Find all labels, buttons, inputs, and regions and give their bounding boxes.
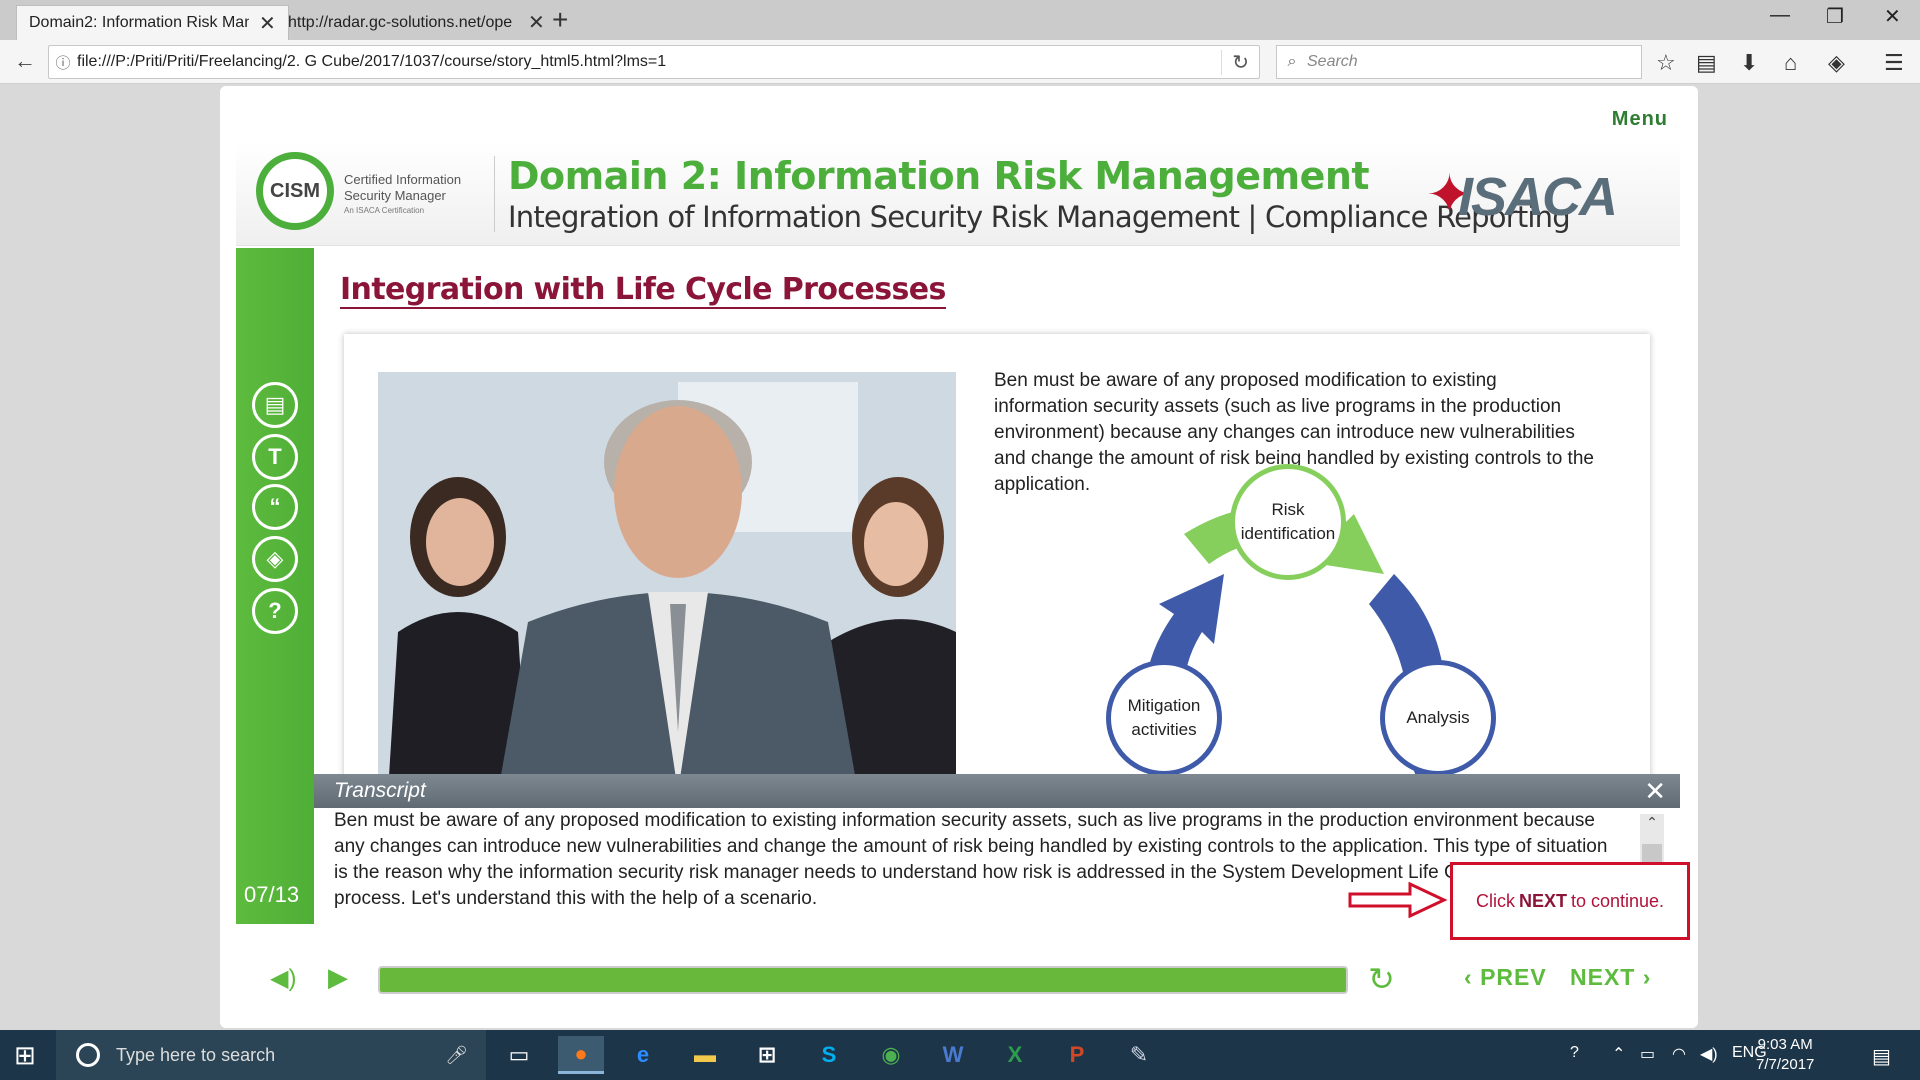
address-bar[interactable]: ⓘ file:///P:/Priti/Priti/Freelancing/2. …: [48, 45, 1260, 79]
cism-logo: CISM: [256, 152, 334, 230]
download-icon[interactable]: ⬇: [1740, 50, 1758, 76]
next-label: NEXT: [1570, 964, 1636, 990]
glossary-quote-icon[interactable]: “: [252, 484, 298, 530]
cortana-icon: [76, 1043, 100, 1067]
isaca-logo: ISACA: [1458, 167, 1618, 227]
home-icon[interactable]: ⌂: [1784, 50, 1797, 76]
page-counter: 07/13: [244, 882, 300, 907]
menu-button[interactable]: Menu: [1612, 108, 1668, 131]
browser-tab-active[interactable]: Domain2: Information Risk Mana ✕: [16, 5, 289, 40]
windows-taskbar: ⊞ Type here to search 🎤︎ ▭ ● e ▬ ⊞ S ◉ W…: [0, 1030, 1920, 1080]
business-team-photo: [378, 372, 956, 792]
cism-line-2: Security Manager: [344, 188, 446, 203]
side-rail: ▤ T “ ◈ ? 07/13: [236, 248, 314, 924]
hamburger-menu-icon[interactable]: ☰: [1884, 50, 1904, 76]
back-arrow-icon[interactable]: ←: [14, 48, 36, 74]
taskbar-clock[interactable]: 9:03 AM 7/7/2017: [1756, 1035, 1814, 1075]
word-icon[interactable]: W: [930, 1036, 976, 1074]
taskbar-search-placeholder: Type here to search: [116, 1044, 276, 1065]
minimize-icon[interactable]: —: [1770, 4, 1790, 27]
cism-sub: An ISACA Certification: [344, 206, 425, 215]
bookmark-star-icon[interactable]: ☆: [1656, 50, 1676, 76]
risk-cycle-diagram: Risk identification Analysis Mitigation …: [1064, 464, 1524, 824]
course-banner: CISM Certified Information Security Mana…: [236, 142, 1680, 246]
taskbar-search-input[interactable]: Type here to search 🎤︎: [56, 1030, 486, 1080]
page-info-icon[interactable]: ⓘ: [49, 52, 77, 73]
play-icon[interactable]: ▶: [328, 962, 348, 993]
hint-suffix: to continue.: [1570, 890, 1665, 911]
tab-title: Domain2: Information Risk Mana: [29, 14, 249, 31]
notifications-icon[interactable]: ▤: [1872, 1044, 1891, 1069]
course-player: Menu CISM Certified Information Security…: [220, 86, 1698, 1028]
battery-icon[interactable]: ▭: [1640, 1044, 1655, 1064]
banner-divider: [494, 156, 495, 232]
layers-icon[interactable]: ◈: [252, 536, 298, 582]
pocket-icon[interactable]: ◈: [1828, 50, 1845, 76]
resources-icon[interactable]: ▤: [252, 382, 298, 428]
reload-icon[interactable]: ↻: [1221, 50, 1249, 75]
hint-next-word: NEXT: [1518, 890, 1567, 911]
close-window-icon[interactable]: ✕: [1884, 4, 1901, 29]
tab-title: http://radar.gc-solutions.net/ope: [288, 13, 513, 31]
reading-list-icon[interactable]: ▤: [1696, 50, 1717, 76]
microphone-icon[interactable]: 🎤︎: [445, 1045, 468, 1066]
paint-icon[interactable]: ✎: [1116, 1036, 1162, 1074]
restore-icon[interactable]: ❐: [1826, 4, 1844, 29]
player-controls: ◀) ▶ ↻ ‹ PREV NEXT ›: [236, 948, 1680, 1008]
domain-title: Domain 2: Information Risk Management: [508, 154, 1370, 198]
help-icon[interactable]: ?: [252, 588, 298, 634]
firefox-icon[interactable]: ●: [558, 1036, 604, 1074]
domain-subtitle: Integration of Information Security Risk…: [508, 200, 1571, 234]
clock-date: 7/7/2017: [1756, 1056, 1815, 1073]
photo-illustration: [378, 372, 956, 792]
prev-label: PREV: [1480, 964, 1547, 990]
volume-icon[interactable]: ◀): [270, 964, 296, 993]
seek-bar-fill: [380, 968, 1346, 992]
store-icon[interactable]: ⊞: [744, 1036, 790, 1074]
excel-icon[interactable]: X: [992, 1036, 1038, 1074]
hint-prefix: Click: [1475, 890, 1515, 911]
file-explorer-icon[interactable]: ▬: [682, 1036, 728, 1074]
chrome-icon[interactable]: ◉: [868, 1036, 914, 1074]
cism-logo-text: Certified Information Security Manager: [344, 172, 461, 204]
click-next-hint: Click NEXT to continue.: [1450, 862, 1690, 940]
tray-chevron-icon[interactable]: ⌃: [1612, 1044, 1625, 1064]
wifi-icon[interactable]: ◠: [1672, 1044, 1686, 1064]
cycle-node-mitigation: Mitigation activities: [1106, 660, 1222, 776]
new-tab-icon[interactable]: +: [552, 4, 568, 36]
browser-tab-inactive[interactable]: http://radar.gc-solutions.net/ope ✕: [276, 5, 557, 40]
cycle-node-risk-identification: Risk identification: [1230, 464, 1346, 580]
slide-content-card: Ben must be aware of any proposed modifi…: [344, 334, 1650, 834]
url-text: file:///P:/Priti/Priti/Freelancing/2. G …: [77, 53, 667, 70]
cism-line-1: Certified Information: [344, 172, 462, 187]
help-tray-icon[interactable]: ?: [1570, 1044, 1579, 1062]
slide-title: Integration with Life Cycle Processes: [340, 272, 946, 309]
search-placeholder: Search: [1307, 53, 1358, 70]
tab-close-icon[interactable]: ✕: [528, 10, 545, 35]
seek-bar[interactable]: [378, 966, 1348, 994]
cycle-node-analysis: Analysis: [1380, 660, 1496, 776]
next-button[interactable]: NEXT ›: [1570, 964, 1651, 991]
transcript-header: Transcript ✕: [314, 774, 1680, 808]
browser-tab-strip: Domain2: Information Risk Mana ✕ http://…: [0, 0, 1920, 40]
transcript-label: Transcript: [334, 779, 426, 802]
annotation-arrow-icon: [1348, 882, 1448, 918]
tab-close-icon[interactable]: ✕: [259, 11, 276, 36]
prev-button[interactable]: ‹ PREV: [1464, 964, 1547, 991]
skype-icon[interactable]: S: [806, 1036, 852, 1074]
search-icon: ⌕: [1287, 53, 1297, 70]
browser-nav-bar: ← ⓘ file:///P:/Priti/Priti/Freelancing/2…: [0, 40, 1920, 84]
clock-time: 9:03 AM: [1757, 1036, 1813, 1053]
scroll-up-icon[interactable]: ⌃: [1640, 814, 1664, 831]
replay-icon[interactable]: ↻: [1368, 960, 1395, 998]
transcript-close-icon[interactable]: ✕: [1644, 776, 1666, 807]
edge-icon[interactable]: e: [620, 1036, 666, 1074]
browser-search-input[interactable]: ⌕ Search: [1276, 45, 1642, 79]
transcript-icon[interactable]: T: [252, 434, 298, 480]
windows-start-icon[interactable]: ⊞: [14, 1040, 36, 1071]
speaker-icon[interactable]: ◀): [1700, 1044, 1718, 1064]
powerpoint-icon[interactable]: P: [1054, 1036, 1100, 1074]
task-view-icon[interactable]: ▭: [496, 1036, 542, 1074]
